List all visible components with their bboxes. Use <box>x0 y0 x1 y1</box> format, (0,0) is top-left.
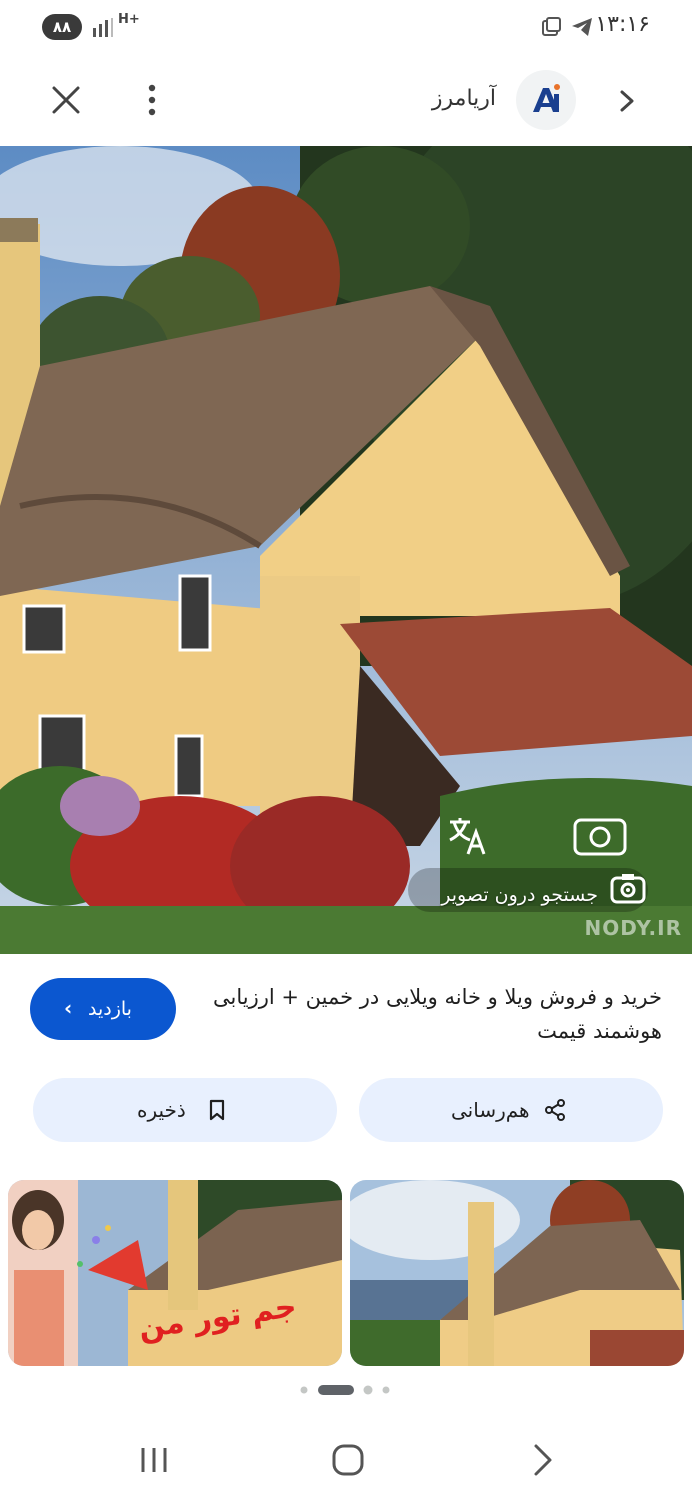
back-button[interactable] <box>526 1442 558 1482</box>
visit-button[interactable]: ‹ بازدید <box>30 978 176 1040</box>
more-options-button[interactable] <box>140 80 164 120</box>
bookmark-icon <box>209 1099 225 1121</box>
system-nav-bar <box>0 1420 692 1500</box>
carousel-indicator <box>300 1385 390 1395</box>
chevron-right-icon <box>620 90 634 112</box>
site-name[interactable]: آریامرز <box>432 86 496 111</box>
network-type: H+ <box>118 12 140 27</box>
chevron-right-button[interactable] <box>612 84 642 118</box>
result-title[interactable]: خرید و فروش ویلا و خانه ویلایی در خمین +… <box>212 980 662 1048</box>
related-image-1[interactable]: جم تور من <box>8 1180 342 1366</box>
close-button[interactable] <box>44 78 88 122</box>
related-image-2[interactable] <box>350 1180 684 1366</box>
save-label: ذخیره <box>137 1098 186 1122</box>
share-button[interactable]: هم‌رسانی <box>359 1078 663 1142</box>
camera-outline-icon <box>572 810 628 862</box>
search-in-image-label[interactable]: جستجو درون تصویر <box>441 884 598 906</box>
translate-icon <box>444 814 488 862</box>
home-button[interactable] <box>330 1442 366 1482</box>
recents-button[interactable] <box>138 1444 170 1480</box>
lens-camera-icon[interactable] <box>610 872 646 908</box>
battery-indicator: ۸۸ <box>42 14 82 40</box>
recents-icon <box>141 1448 167 1472</box>
site-logo[interactable] <box>516 70 576 130</box>
share-label: هم‌رسانی <box>451 1098 530 1122</box>
main-image[interactable]: جستجو درون تصویر NODY.IR <box>0 146 692 954</box>
clock: ۱۳:۱۶ <box>595 12 650 37</box>
share-icon <box>545 1099 565 1121</box>
more-vert-icon <box>148 84 156 116</box>
screenshot-icon <box>540 16 562 42</box>
visit-label: بازدید <box>88 998 132 1020</box>
top-app-bar: آریامرز <box>0 56 692 146</box>
signal-icon <box>92 18 114 42</box>
watermark: NODY.IR <box>584 916 682 940</box>
close-icon <box>52 86 80 114</box>
home-icon <box>332 1444 364 1476</box>
save-button[interactable]: ذخیره <box>33 1078 337 1142</box>
chevron-left-icon: ‹ <box>64 996 73 1020</box>
telegram-icon <box>570 16 594 42</box>
back-icon <box>534 1444 552 1476</box>
status-bar: ۸۸ H+ ۱۳:۱۶ <box>0 0 692 56</box>
